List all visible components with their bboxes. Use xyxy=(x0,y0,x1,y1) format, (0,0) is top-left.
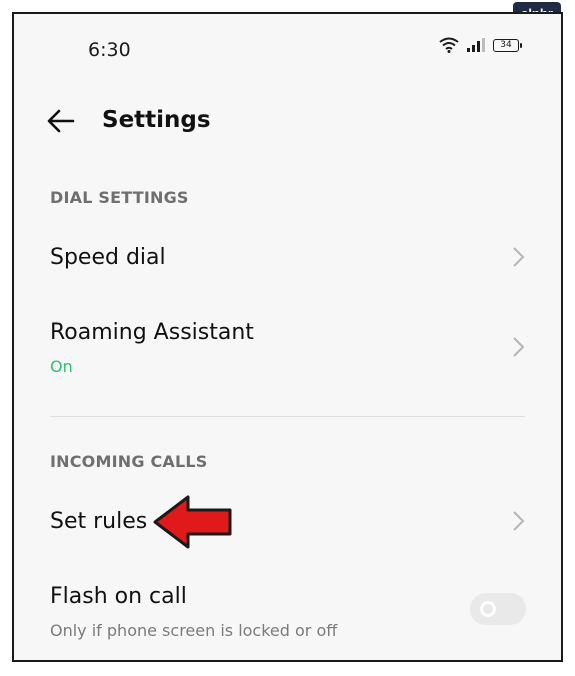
flash-on-call-label: Flash on call xyxy=(50,584,187,609)
battery-icon: 34 xyxy=(493,38,522,52)
signal-icon xyxy=(467,38,485,52)
roaming-assistant-label: Roaming Assistant xyxy=(50,320,254,345)
chevron-right-icon xyxy=(513,247,525,267)
status-time: 6:30 xyxy=(88,39,131,61)
battery-level: 34 xyxy=(500,40,512,50)
arrow-left-icon[interactable] xyxy=(45,107,77,135)
speed-dial-label: Speed dial xyxy=(50,245,166,270)
flash-on-call-description: Only if phone screen is locked or off xyxy=(50,621,338,640)
page-title: Settings xyxy=(102,107,211,133)
toggle-knob xyxy=(480,601,496,617)
section-header-incoming-calls: INCOMING CALLS xyxy=(50,452,208,471)
status-icons: 34 xyxy=(439,37,522,53)
chevron-right-icon xyxy=(513,511,525,531)
set-rules-label: Set rules xyxy=(50,509,148,534)
roaming-status: On xyxy=(50,357,73,376)
chevron-right-icon xyxy=(513,337,525,357)
wifi-icon xyxy=(439,37,459,53)
red-pointer-arrow-icon xyxy=(153,495,232,549)
section-divider xyxy=(50,416,525,417)
section-header-dial-settings: DIAL SETTINGS xyxy=(50,188,189,207)
flash-on-call-toggle[interactable] xyxy=(470,593,526,625)
